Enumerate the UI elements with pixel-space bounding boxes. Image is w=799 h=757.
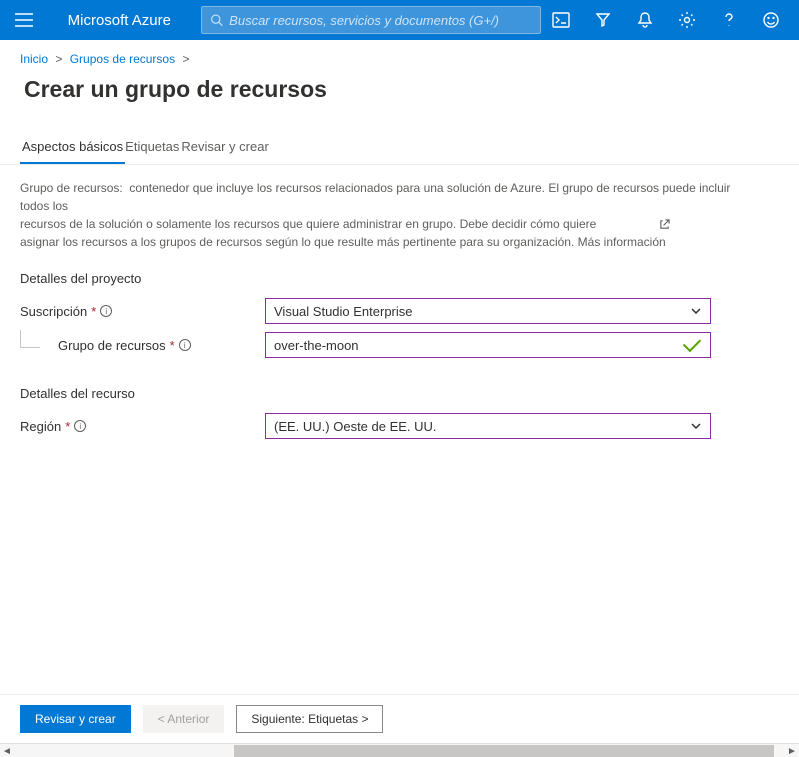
info-icon[interactable]: i bbox=[74, 420, 86, 432]
feedback-smiley-icon[interactable] bbox=[751, 0, 791, 40]
chevron-down-icon bbox=[690, 305, 702, 317]
top-header: Microsoft Azure bbox=[0, 0, 799, 40]
scroll-left-arrow-icon[interactable]: ◄ bbox=[0, 744, 14, 757]
hamburger-menu-icon[interactable] bbox=[8, 4, 40, 36]
search-input[interactable] bbox=[229, 13, 532, 28]
top-icon-bar bbox=[541, 0, 791, 40]
scroll-right-arrow-icon[interactable]: ► bbox=[785, 744, 799, 757]
row-resource-group: Grupo de recursos * i over-the-moon bbox=[0, 328, 799, 362]
label-subscription-text: Suscripción bbox=[20, 304, 87, 319]
next-tags-button[interactable]: Siguiente: Etiquetas > bbox=[236, 705, 383, 733]
tab-tags[interactable]: Etiquetas bbox=[123, 133, 181, 164]
breadcrumb: Inicio > Grupos de recursos > bbox=[0, 40, 799, 70]
breadcrumb-groups[interactable]: Grupos de recursos bbox=[70, 52, 175, 66]
footer-bar: Revisar y crear < Anterior Siguiente: Et… bbox=[0, 694, 799, 743]
desc-line: asignar los recursos a los grupos de rec… bbox=[20, 235, 666, 249]
label-region-text: Región bbox=[20, 419, 61, 434]
row-region: Región * i (EE. UU.) Oeste de EE. UU. bbox=[0, 409, 799, 443]
description-text: Grupo de recursos: contenedor que incluy… bbox=[0, 165, 760, 259]
row-subscription: Suscripción * i Visual Studio Enterprise bbox=[0, 294, 799, 328]
directory-filter-icon[interactable] bbox=[583, 0, 623, 40]
breadcrumb-home[interactable]: Inicio bbox=[20, 52, 48, 66]
external-link-icon[interactable] bbox=[659, 217, 670, 235]
notifications-icon[interactable] bbox=[625, 0, 665, 40]
info-icon[interactable]: i bbox=[100, 305, 112, 317]
previous-button: < Anterior bbox=[143, 705, 225, 733]
section-project-details: Detalles del proyecto bbox=[0, 259, 799, 294]
search-box[interactable] bbox=[201, 6, 541, 34]
label-subscription: Suscripción * i bbox=[20, 304, 265, 319]
input-resource-group-value: over-the-moon bbox=[274, 338, 359, 353]
brand-title: Microsoft Azure bbox=[68, 12, 171, 29]
page-title: Crear un grupo de recursos bbox=[0, 70, 799, 113]
tabs: Aspectos básicos Etiquetas Revisar y cre… bbox=[0, 113, 799, 165]
required-star: * bbox=[91, 304, 96, 319]
review-create-button[interactable]: Revisar y crear bbox=[20, 705, 131, 733]
desc-lead: Grupo de recursos: bbox=[20, 181, 123, 195]
label-resource-group: Grupo de recursos * i bbox=[20, 338, 265, 353]
tab-review[interactable]: Revisar y crear bbox=[179, 133, 270, 164]
required-star: * bbox=[65, 419, 70, 434]
settings-gear-icon[interactable] bbox=[667, 0, 707, 40]
select-subscription-value: Visual Studio Enterprise bbox=[274, 304, 413, 319]
input-resource-group[interactable]: over-the-moon bbox=[265, 332, 711, 358]
chevron-down-icon bbox=[690, 420, 702, 432]
desc-line: contenedor que incluye los recursos rela… bbox=[20, 181, 730, 213]
info-icon[interactable]: i bbox=[179, 339, 191, 351]
breadcrumb-sep: > bbox=[55, 52, 62, 66]
tab-basics[interactable]: Aspectos básicos bbox=[20, 133, 125, 164]
section-resource-details: Detalles del recurso bbox=[0, 362, 799, 409]
label-region: Región * i bbox=[20, 419, 265, 434]
tree-indent-line bbox=[20, 330, 40, 348]
cloud-shell-icon[interactable] bbox=[541, 0, 581, 40]
required-star: * bbox=[170, 338, 175, 353]
select-region-value: (EE. UU.) Oeste de EE. UU. bbox=[274, 419, 437, 434]
desc-line: recursos de la solución o solamente los … bbox=[20, 217, 596, 231]
help-icon[interactable] bbox=[709, 0, 749, 40]
select-subscription[interactable]: Visual Studio Enterprise bbox=[265, 298, 711, 324]
horizontal-scrollbar[interactable]: ◄ ► bbox=[0, 743, 799, 757]
search-icon bbox=[210, 13, 223, 27]
label-resource-group-text: Grupo de recursos bbox=[58, 338, 166, 353]
scroll-thumb[interactable] bbox=[234, 745, 774, 757]
breadcrumb-sep: > bbox=[182, 52, 189, 66]
select-region[interactable]: (EE. UU.) Oeste de EE. UU. bbox=[265, 413, 711, 439]
